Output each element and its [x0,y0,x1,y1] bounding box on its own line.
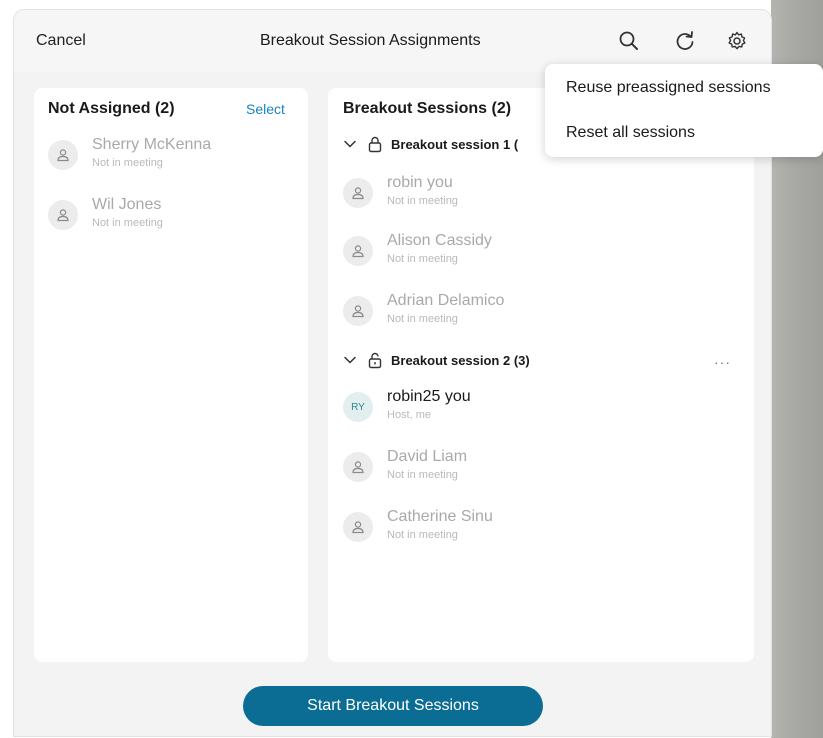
session-header-2[interactable]: Breakout session 2 (3) [343,350,743,374]
person-status: Not in meeting [387,529,458,541]
person-status: Not in meeting [387,313,458,325]
more-options-icon[interactable]: ··· [714,354,731,370]
person-name: Sherry McKenna [92,136,212,153]
person-name: Alison Cassidy [387,232,492,249]
list-item[interactable]: Sherry McKenna Not in meeting [48,136,298,180]
person-status: Not in meeting [92,217,163,229]
select-link[interactable]: Select [246,101,285,117]
refresh-icon[interactable] [670,26,700,56]
person-name: David Liam [387,448,468,465]
person-name: Wil Jones [92,196,162,213]
settings-icon[interactable] [722,26,752,56]
person-name: robin you [387,174,453,191]
search-icon[interactable] [614,26,644,56]
start-breakout-sessions-button[interactable]: Start Breakout Sessions [243,686,543,726]
menu-item-reset-all[interactable]: Reset all sessions [566,124,695,142]
person-status: Not in meeting [387,469,458,481]
session-label: Breakout session 1 ( [391,137,519,152]
refresh-menu: Reuse preassigned sessions Reset all ses… [545,64,823,157]
person-name: robin25 you [387,388,471,405]
breakout-sessions-panel: Breakout Sessions (2) Breakout session 1… [328,88,754,662]
unlock-icon [367,351,383,374]
person-icon [343,452,373,482]
person-icon [343,178,373,208]
person-name: Adrian Delamico [387,292,505,309]
list-item[interactable]: robin you Not in meeting [343,174,723,218]
not-assigned-panel: Not Assigned (2) Select Sherry McKenna N… [34,88,308,662]
person-icon [343,296,373,326]
list-item[interactable]: Catherine Sinu Not in meeting [343,508,723,552]
person-status: Not in meeting [92,157,163,169]
person-status: Not in meeting [387,195,458,207]
menu-item-reuse-preassigned[interactable]: Reuse preassigned sessions [566,79,771,97]
chevron-down-icon[interactable] [343,137,357,156]
dialog-header: Cancel Breakout Session Assignments [14,10,771,72]
person-status: Not in meeting [387,253,458,265]
list-item[interactable]: RY robin25 you Host, me [343,388,723,432]
list-item[interactable]: Adrian Delamico Not in meeting [343,292,723,336]
person-icon [48,140,78,170]
not-assigned-title: Not Assigned (2) [48,100,175,117]
person-icon [48,200,78,230]
avatar: RY [343,392,373,422]
cancel-button[interactable]: Cancel [36,32,86,50]
lock-icon [367,135,383,158]
person-icon [343,512,373,542]
list-item[interactable]: David Liam Not in meeting [343,448,723,492]
list-item[interactable]: Wil Jones Not in meeting [48,196,298,240]
backdrop-top [0,0,823,10]
session-label: Breakout session 2 (3) [391,353,530,368]
person-icon [343,236,373,266]
person-status: Host, me [387,409,432,421]
breakout-sessions-title: Breakout Sessions (2) [343,100,512,117]
dialog-title: Breakout Session Assignments [260,32,481,49]
person-name: Catherine Sinu [387,508,493,525]
chevron-down-icon[interactable] [343,353,357,372]
list-item[interactable]: Alison Cassidy Not in meeting [343,232,723,276]
